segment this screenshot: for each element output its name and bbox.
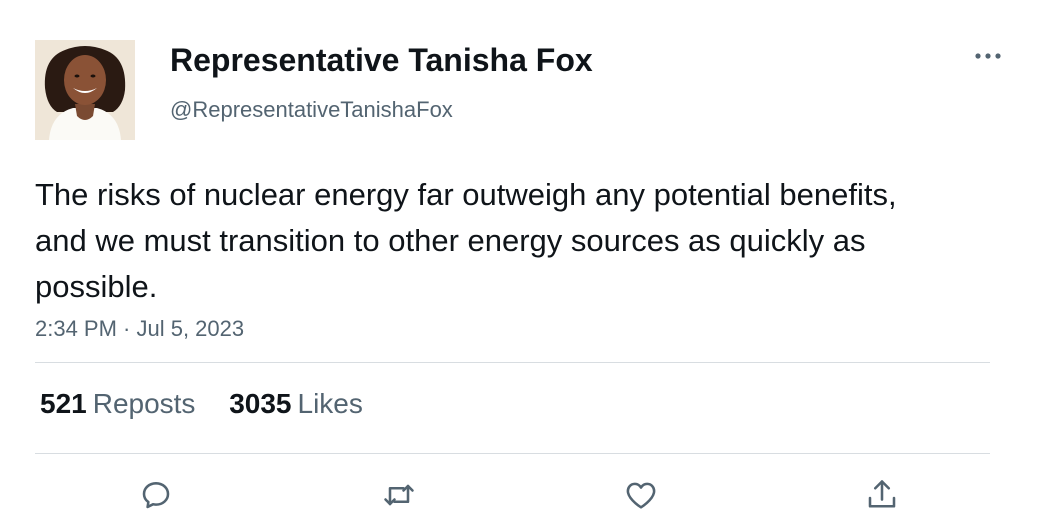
repost-icon (384, 484, 414, 506)
likes-label: Likes (297, 388, 363, 419)
author-display-name[interactable]: Representative Tanisha Fox (170, 42, 593, 79)
repost-button[interactable] (379, 476, 419, 514)
tweet-timestamp[interactable]: 2:34 PM · Jul 5, 2023 (35, 316, 244, 342)
likes-count: 3035 (229, 388, 292, 419)
more-options-button[interactable] (972, 44, 1004, 68)
reply-icon (142, 482, 170, 509)
share-button[interactable] (862, 476, 902, 514)
reposts-count: 521 (40, 388, 87, 419)
like-button[interactable] (621, 476, 661, 514)
likes-stat[interactable]: 3035 Likes (229, 388, 363, 419)
heart-icon (626, 482, 656, 509)
tweet-text: The risks of nuclear energy far outweigh… (35, 177, 897, 304)
reply-button[interactable] (136, 476, 176, 514)
tweet-stats: 521 Reposts 3035 Likes (40, 388, 389, 420)
author-handle[interactable]: @RepresentativeTanishaFox (170, 97, 453, 123)
divider (35, 453, 990, 454)
share-icon (868, 480, 896, 508)
reposts-label: Reposts (92, 388, 196, 419)
more-options-icon (975, 53, 1001, 59)
avatar[interactable] (35, 40, 135, 140)
divider (35, 362, 990, 363)
avatar-image (35, 40, 135, 140)
reposts-stat[interactable]: 521 Reposts (40, 388, 195, 419)
